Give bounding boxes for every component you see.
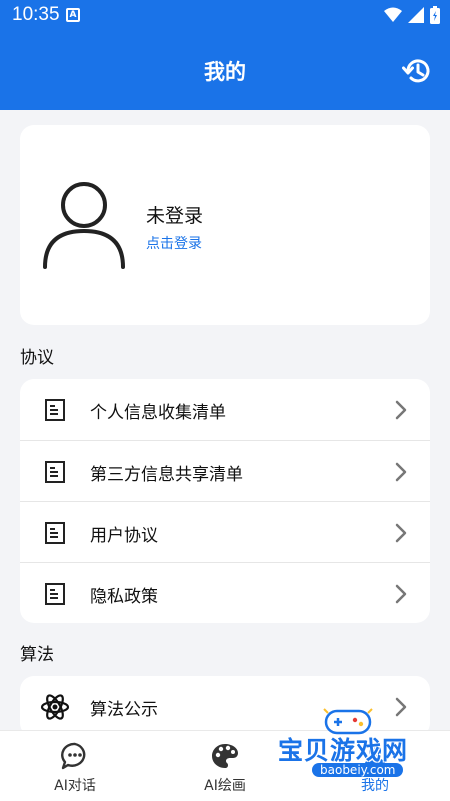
notification-icon: A xyxy=(66,8,80,22)
list-item-user-agreement[interactable]: 用户协议 xyxy=(20,501,430,562)
chevron-right-icon xyxy=(395,523,407,543)
section-title-agreements: 协议 xyxy=(20,348,54,368)
login-link[interactable]: 点击登录 xyxy=(146,233,202,253)
page-title: 我的 xyxy=(204,60,246,84)
list-item-label: 个人信息收集清单 xyxy=(90,403,226,423)
signal-icon xyxy=(408,7,424,23)
status-bar: 10:35 A xyxy=(0,0,450,32)
document-icon xyxy=(45,522,65,544)
list-item-label: 隐私政策 xyxy=(90,587,158,607)
document-icon xyxy=(45,461,65,483)
list-item-third-party[interactable]: 第三方信息共享清单 xyxy=(20,440,430,501)
watermark-text: 宝贝游戏网 xyxy=(278,736,409,765)
watermark-url: baobeiy.com xyxy=(312,763,404,777)
tab-ai-chat[interactable]: AI对话 xyxy=(0,731,150,801)
list-item-label: 第三方信息共享清单 xyxy=(90,465,243,485)
watermark-logo: 宝贝游戏网 baobeiy.com xyxy=(272,705,444,793)
history-icon[interactable] xyxy=(402,56,432,86)
agreements-list: 个人信息收集清单 第三方信息共享清单 用户协议 隐私政策 xyxy=(20,379,430,623)
document-icon xyxy=(45,583,65,605)
tab-label: AI对话 xyxy=(54,778,96,794)
status-time: 10:35 xyxy=(12,4,60,25)
list-item-label: 用户协议 xyxy=(90,526,158,546)
chevron-right-icon xyxy=(395,462,407,482)
user-name: 未登录 xyxy=(146,205,204,227)
chevron-right-icon xyxy=(395,584,407,604)
app-header: 我的 xyxy=(0,32,450,110)
list-item-personal-info[interactable]: 个人信息收集清单 xyxy=(20,379,430,440)
atom-icon xyxy=(40,694,70,720)
wifi-icon xyxy=(384,7,402,22)
section-title-algorithm: 算法 xyxy=(20,645,54,665)
list-item-privacy-policy[interactable]: 隐私政策 xyxy=(20,562,430,623)
chat-icon xyxy=(61,742,86,770)
avatar-icon xyxy=(43,182,125,269)
battery-icon xyxy=(430,6,440,24)
profile-card[interactable]: 未登录 点击登录 xyxy=(20,125,430,325)
document-icon xyxy=(45,399,65,421)
list-item-label: 算法公示 xyxy=(90,700,158,720)
palette-icon xyxy=(212,744,238,768)
chevron-right-icon xyxy=(395,400,407,420)
